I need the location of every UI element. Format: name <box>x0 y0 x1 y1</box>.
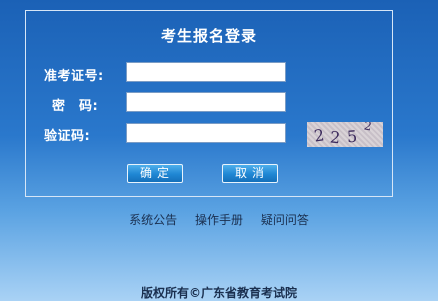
manual-link[interactable]: 操作手册 <box>195 213 243 227</box>
password-input[interactable] <box>126 92 286 112</box>
captcha-char: 2 <box>312 125 326 146</box>
copyright-footer: 版权所有©广东省教育考试院 <box>140 286 297 300</box>
exam-id-label: 准考证号: <box>44 69 104 84</box>
captcha-char: 2 <box>329 127 342 147</box>
exam-id-input[interactable] <box>126 62 286 82</box>
help-links: 系统公告 操作手册 疑问问答 <box>0 211 438 228</box>
captcha-input[interactable] <box>126 123 286 143</box>
faq-link[interactable]: 疑问问答 <box>261 213 309 227</box>
captcha-image[interactable]: 2 2 5 2 <box>307 122 383 147</box>
submit-button[interactable]: 确定 <box>127 164 183 183</box>
login-panel: 考生报名登录 准考证号: 密 码: 验证码: 2 2 5 2 确定 取消 <box>25 10 393 197</box>
cancel-button[interactable]: 取消 <box>222 164 278 183</box>
login-title: 考生报名登录 <box>160 27 257 45</box>
captcha-char: 5 <box>346 126 358 147</box>
captcha-label: 验证码: <box>44 129 91 144</box>
announcement-link[interactable]: 系统公告 <box>129 213 177 227</box>
password-label: 密 码: <box>52 99 99 114</box>
captcha-char: 2 <box>362 122 373 134</box>
